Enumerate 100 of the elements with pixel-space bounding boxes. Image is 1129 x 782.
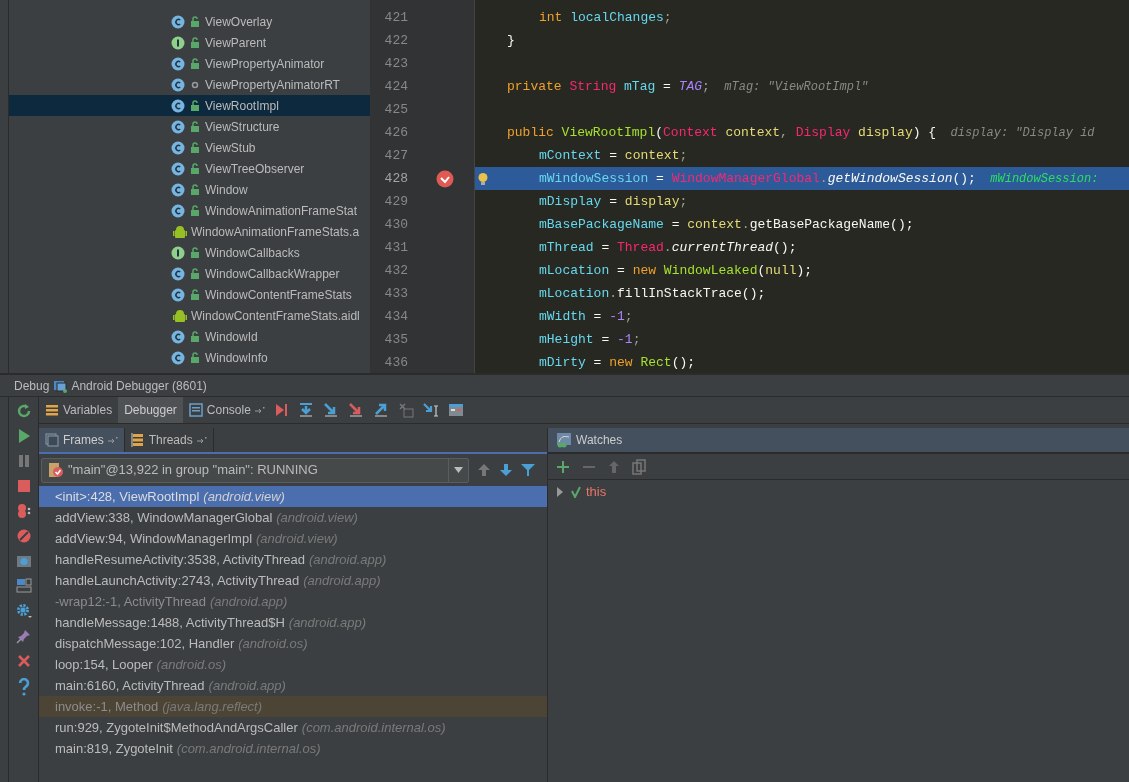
- step-over-icon[interactable]: [297, 402, 314, 418]
- android-icon: [173, 308, 187, 323]
- code-line: }: [506, 31, 516, 50]
- code-line: mContext = context;: [538, 146, 689, 165]
- tab[interactable]: Variables: [39, 397, 119, 423]
- breakpoints-icon[interactable]: [15, 503, 32, 519]
- pin-icon[interactable]: [15, 628, 32, 644]
- stack-frame[interactable]: invoke:-1, Method (java.lang.reflect): [39, 696, 547, 717]
- line-number: 434: [383, 307, 408, 326]
- close-icon[interactable]: [15, 653, 32, 669]
- up-arrow-icon[interactable]: [608, 459, 620, 474]
- code-line: mDirty = new Rect();: [538, 353, 697, 372]
- tab[interactable]: Frames: [39, 428, 125, 452]
- camera-icon[interactable]: [15, 553, 32, 569]
- class-icon: [171, 14, 185, 29]
- evaluate-expression-icon[interactable]: [447, 403, 464, 417]
- stack-frame[interactable]: run:929, ZygoteInit$MethodAndArgsCaller (com.android.internal.os): [39, 717, 547, 738]
- tree-item[interactable]: ViewStructure: [9, 116, 370, 137]
- lock-icon: [189, 162, 201, 175]
- class-icon: [171, 140, 185, 155]
- lock-icon: [189, 351, 201, 364]
- line-number: 427: [383, 146, 408, 165]
- class-icon: [171, 203, 185, 218]
- layout-icon[interactable]: [15, 578, 32, 594]
- stack-frame[interactable]: addView:94, WindowManagerImpl (android.view): [39, 528, 547, 549]
- panel-title: Watches: [576, 432, 623, 449]
- tree-item[interactable]: ViewParent: [9, 32, 370, 53]
- tree-item[interactable]: Window: [9, 179, 370, 200]
- stack-frame[interactable]: main:6160, ActivityThread (android.app): [39, 675, 547, 696]
- stack-frame[interactable]: handleMessage:1488, ActivityThread$H (android.app): [39, 612, 547, 633]
- step-out-icon[interactable]: [372, 402, 389, 418]
- thread-status-icon: [48, 462, 64, 478]
- stack-frame[interactable]: main:819, ZygoteInit (com.android.internal.os): [39, 738, 547, 759]
- tab[interactable]: Debugger: [118, 397, 183, 423]
- panel-title: Debug: [14, 377, 50, 395]
- tree-item[interactable]: ViewTreeObserver: [9, 158, 370, 179]
- tree-item[interactable]: WindowContentFrameStats.aidl: [9, 305, 370, 326]
- watches-icon: [556, 432, 572, 448]
- class-icon: [171, 287, 185, 302]
- tree-item[interactable]: ViewRootImpl: [9, 95, 370, 116]
- line-number: 428: [383, 169, 408, 188]
- line-number: 433: [383, 284, 408, 303]
- lock-icon: [189, 288, 201, 301]
- down-arrow-icon[interactable]: [499, 463, 513, 477]
- class-icon: [171, 56, 185, 71]
- line-number: 423: [383, 54, 408, 73]
- lock-icon: [189, 246, 201, 259]
- step-into-icon[interactable]: [322, 402, 339, 418]
- tree-item[interactable]: ViewPropertyAnimatorRT: [9, 74, 370, 95]
- drop-frame-icon[interactable]: [397, 402, 414, 418]
- mute-breakpoints-icon[interactable]: [15, 528, 32, 544]
- tree-item[interactable]: WindowAnimationFrameStats.a: [9, 221, 370, 242]
- stack-frame[interactable]: dispatchMessage:102, Handler (android.os): [39, 633, 547, 654]
- stack-frame[interactable]: loop:154, Looper (android.os): [39, 654, 547, 675]
- class-icon: [171, 77, 185, 92]
- console-icon: [188, 403, 203, 417]
- tree-item[interactable]: ViewStub: [9, 137, 370, 158]
- up-arrow-icon[interactable]: [477, 463, 491, 477]
- code-line: public ViewRootImpl(Context context, Display display) { display: "Display id: [506, 123, 1096, 142]
- tree-item[interactable]: WindowAnimationFrameStat: [9, 200, 370, 221]
- add-icon[interactable]: [556, 459, 570, 474]
- force-step-into-icon[interactable]: [347, 402, 364, 418]
- stop-icon[interactable]: [15, 478, 32, 494]
- lock-icon: [189, 120, 201, 133]
- code-line: mBasePackageName = context.getBasePackageName();: [538, 215, 915, 234]
- tree-item[interactable]: WindowId: [9, 326, 370, 347]
- tree-item[interactable]: WindowInfo: [9, 347, 370, 368]
- filter-icon[interactable]: [521, 463, 535, 477]
- lock-icon: [189, 99, 201, 112]
- stack-frame[interactable]: <init>:428, ViewRootImpl (android.view): [39, 486, 547, 507]
- code-line: private String mTag = TAG; mTag: "ViewRootImpl": [506, 77, 870, 96]
- tree-item[interactable]: WindowCallbackWrapper: [9, 263, 370, 284]
- lock-icon: [189, 36, 201, 49]
- interface-icon: [171, 35, 185, 50]
- settings-icon[interactable]: [15, 603, 32, 619]
- stack-frame[interactable]: handleResumeActivity:3538, ActivityThread (android.app): [39, 549, 547, 570]
- show-execution-point-icon[interactable]: [274, 403, 289, 417]
- lock-icon: [189, 267, 201, 280]
- dropdown-caret-icon: [454, 467, 463, 473]
- copy-icon[interactable]: [632, 458, 646, 475]
- line-number: 436: [383, 353, 408, 372]
- android-icon: [173, 224, 187, 239]
- tree-item[interactable]: WindowContentFrameStats: [9, 284, 370, 305]
- watch-item[interactable]: this: [548, 481, 1129, 503]
- thread-dropdown[interactable]: "main"@13,922 in group "main": RUNNING: [41, 457, 469, 483]
- lock-icon: [189, 330, 201, 343]
- line-number: 435: [383, 330, 408, 349]
- stack-frame[interactable]: handleLaunchActivity:2743, ActivityThread (android.app): [39, 570, 547, 591]
- line-number: 430: [383, 215, 408, 234]
- tree-item[interactable]: ViewPropertyAnimator: [9, 53, 370, 74]
- debugger-icon: [53, 378, 68, 393]
- stack-frame[interactable]: addView:338, WindowManagerGlobal (android.view): [39, 507, 547, 528]
- tree-item[interactable]: ViewOverlay: [9, 11, 370, 32]
- rerun-icon[interactable]: [15, 403, 32, 419]
- tree-item[interactable]: WindowCallbacks: [9, 242, 370, 263]
- stack-frame[interactable]: -wrap12:-1, ActivityThread (android.app): [39, 591, 547, 612]
- run-to-cursor-icon[interactable]: [422, 402, 439, 418]
- line-number: 421: [383, 8, 408, 27]
- code-line: mLocation.fillInStackTrace();: [538, 284, 767, 303]
- tab[interactable]: Console: [182, 397, 271, 423]
